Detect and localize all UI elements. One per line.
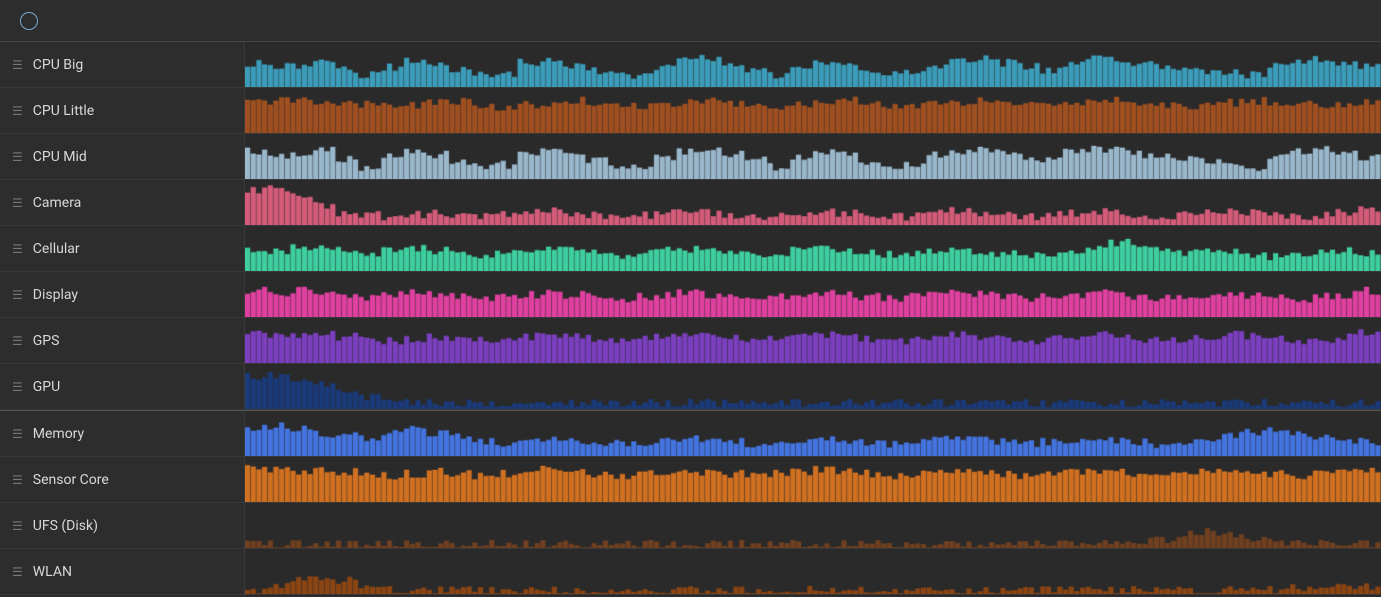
drag-icon: ☰ bbox=[12, 196, 23, 210]
chart-row bbox=[245, 272, 1381, 318]
sidebar-item-gpu[interactable]: ☰ GPU bbox=[0, 364, 244, 410]
sidebar-item-label: Cellular bbox=[33, 241, 80, 257]
sidebar-item-label: Camera bbox=[33, 195, 82, 211]
chart-canvas bbox=[245, 134, 1381, 179]
sidebar-item-cellular[interactable]: ☰ Cellular bbox=[0, 226, 244, 272]
sidebar-item-wlan[interactable]: ☰ WLAN bbox=[0, 549, 244, 595]
chart-row bbox=[245, 364, 1381, 410]
chart-row bbox=[245, 457, 1381, 503]
sidebar-item-label: GPU bbox=[33, 379, 60, 395]
chart-canvas bbox=[245, 549, 1381, 594]
chart-canvas bbox=[245, 88, 1381, 133]
sidebar-item-label: GPS bbox=[33, 333, 60, 349]
drag-icon: ☰ bbox=[12, 519, 23, 533]
header bbox=[0, 0, 1381, 42]
chart-row bbox=[245, 226, 1381, 272]
chart-row bbox=[245, 88, 1381, 134]
drag-icon: ☰ bbox=[12, 288, 23, 302]
sidebar-item-cpu-little[interactable]: ☰ CPU Little bbox=[0, 88, 244, 134]
chart-canvas bbox=[245, 503, 1381, 548]
sidebar-item-memory[interactable]: ☰ Memory bbox=[0, 411, 244, 457]
chart-row bbox=[245, 411, 1381, 457]
sidebar-item-label: CPU Little bbox=[33, 103, 94, 119]
sidebar-item-label: Sensor Core bbox=[33, 472, 109, 488]
chart-canvas bbox=[245, 457, 1381, 502]
header-left bbox=[12, 12, 38, 30]
chart-canvas bbox=[245, 318, 1381, 363]
drag-icon: ☰ bbox=[12, 150, 23, 164]
drag-icon: ☰ bbox=[12, 242, 23, 256]
sidebar-item-ufs-disk[interactable]: ☰ UFS (Disk) bbox=[0, 503, 244, 549]
drag-icon: ☰ bbox=[12, 334, 23, 348]
main-content: ☰ CPU Big ☰ CPU Little ☰ CPU Mid ☰ Camera ☰ Cellu… bbox=[0, 42, 1381, 597]
drag-icon: ☰ bbox=[12, 58, 23, 72]
drag-icon: ☰ bbox=[12, 427, 23, 441]
chart-canvas bbox=[245, 226, 1381, 271]
sidebar-item-gps[interactable]: ☰ GPS bbox=[0, 318, 244, 364]
sidebar-item-label: WLAN bbox=[33, 564, 72, 580]
chart-canvas bbox=[245, 364, 1381, 409]
chart-row bbox=[245, 503, 1381, 549]
header-right bbox=[1309, 7, 1369, 35]
sidebar: ☰ CPU Big ☰ CPU Little ☰ CPU Mid ☰ Camera ☰ Cellu… bbox=[0, 42, 245, 597]
chart-row bbox=[245, 549, 1381, 595]
drag-icon: ☰ bbox=[12, 565, 23, 579]
chart-canvas bbox=[245, 272, 1381, 317]
sidebar-item-cpu-mid[interactable]: ☰ CPU Mid bbox=[0, 134, 244, 180]
drag-icon: ☰ bbox=[12, 104, 23, 118]
app-container: ☰ CPU Big ☰ CPU Little ☰ CPU Mid ☰ Camera ☰ Cellu… bbox=[0, 0, 1381, 597]
drag-icon: ☰ bbox=[12, 380, 23, 394]
chart-row bbox=[245, 134, 1381, 180]
chart-row bbox=[245, 180, 1381, 226]
sidebar-item-label: Memory bbox=[33, 426, 84, 442]
chart-area bbox=[245, 42, 1381, 597]
chart-canvas bbox=[245, 180, 1381, 225]
sidebar-item-sensor-core[interactable]: ☰ Sensor Core bbox=[0, 457, 244, 503]
chart-row bbox=[245, 318, 1381, 364]
drag-icon: ☰ bbox=[12, 473, 23, 487]
sidebar-item-label: CPU Big bbox=[33, 57, 83, 73]
chart-canvas bbox=[245, 411, 1381, 456]
more-options-button[interactable] bbox=[1309, 7, 1337, 35]
help-icon[interactable] bbox=[20, 12, 38, 30]
collapse-button[interactable] bbox=[1341, 7, 1369, 35]
sidebar-item-label: CPU Mid bbox=[33, 149, 87, 165]
sidebar-item-label: Display bbox=[33, 287, 78, 303]
sidebar-item-camera[interactable]: ☰ Camera bbox=[0, 180, 244, 226]
chart-canvas bbox=[245, 42, 1381, 87]
sidebar-item-cpu-big[interactable]: ☰ CPU Big bbox=[0, 42, 244, 88]
sidebar-item-label: UFS (Disk) bbox=[33, 518, 98, 534]
sidebar-item-display[interactable]: ☰ Display bbox=[0, 272, 244, 318]
chart-row bbox=[245, 42, 1381, 88]
